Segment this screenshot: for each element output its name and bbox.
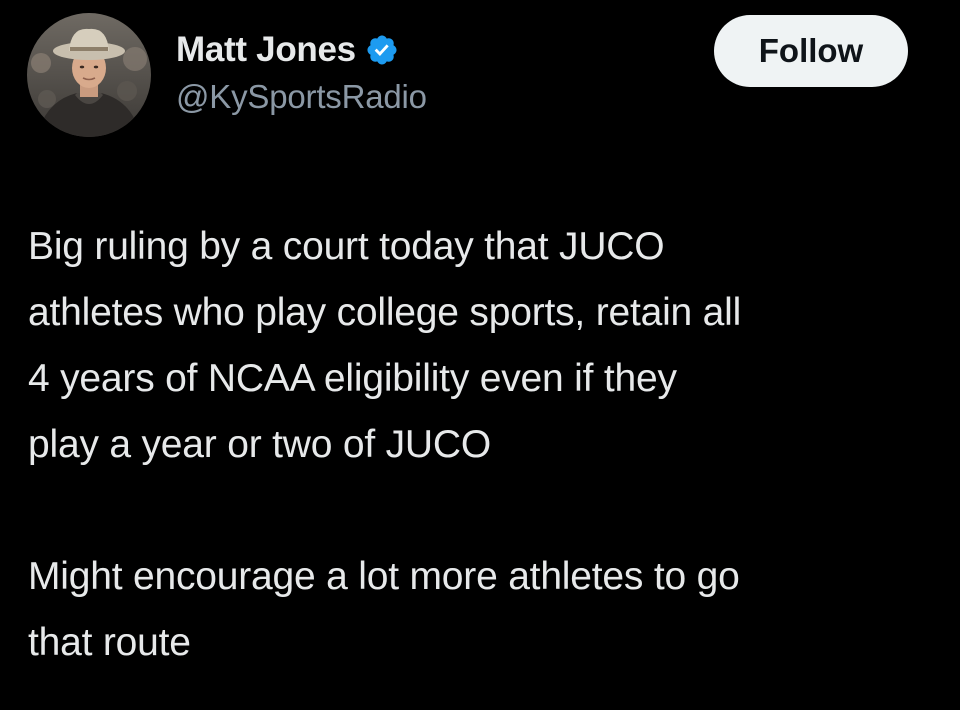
author-name-row[interactable]: Matt Jones — [176, 28, 399, 72]
verified-badge-icon[interactable] — [365, 33, 399, 67]
avatar-photo — [27, 13, 151, 137]
tweet-paragraph: Might encourage a lot more athletes to g… — [28, 555, 740, 664]
tweet-text: Big ruling by a court today that JUCO at… — [28, 214, 933, 676]
avatar[interactable] — [27, 13, 151, 137]
author-display-name[interactable]: Matt Jones — [176, 30, 356, 70]
tweet-paragraph: Big ruling by a court today that JUCO at… — [28, 225, 742, 466]
author-handle[interactable]: @KySportsRadio — [176, 78, 427, 116]
follow-button[interactable]: Follow — [714, 15, 908, 87]
